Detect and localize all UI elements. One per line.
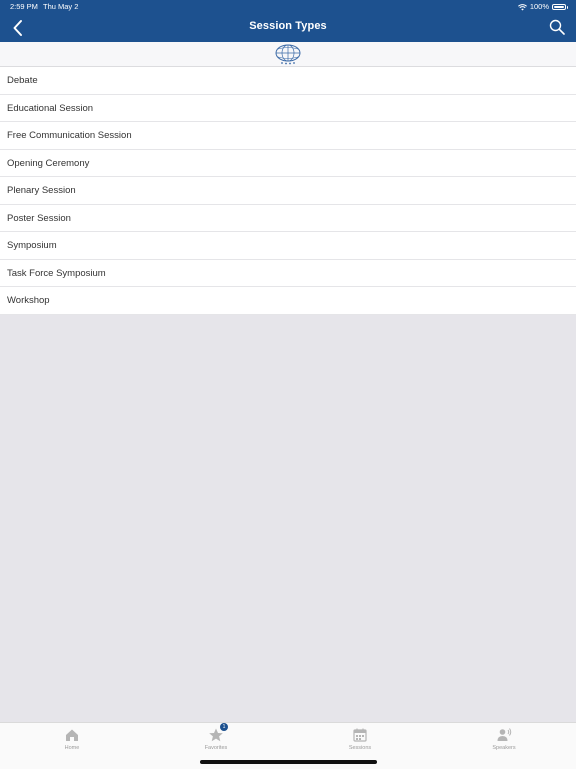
home-indicator[interactable]	[200, 760, 377, 764]
tab-sessions-label: Sessions	[348, 745, 372, 751]
favorites-icon-wrap: 1	[208, 723, 228, 743]
globe-logo-icon	[275, 44, 301, 65]
tab-speakers-label: Speakers	[492, 745, 516, 751]
tab-favorites[interactable]: 1 Favorites	[176, 723, 256, 751]
list-item[interactable]: Educational Session	[0, 95, 576, 122]
tab-speakers[interactable]: Speakers	[464, 727, 544, 751]
search-button[interactable]	[549, 19, 565, 35]
status-indicators: 100%	[517, 0, 568, 14]
list-item[interactable]: Symposium	[0, 232, 576, 260]
tab-favorites-label: Favorites	[204, 745, 228, 751]
tab-home[interactable]: Home	[32, 727, 112, 751]
status-bar: 2:59 PM Thu May 2 100%	[0, 0, 576, 14]
calendar-icon	[353, 728, 367, 742]
list-item[interactable]: Task Force Symposium	[0, 260, 576, 287]
list-item[interactable]: Free Communication Session	[0, 122, 576, 150]
speaker-icon	[497, 728, 512, 741]
battery-percent: 100%	[529, 2, 549, 11]
page-title: Session Types	[249, 20, 327, 32]
favorites-badge: 1	[220, 723, 228, 731]
logo-banner	[0, 42, 576, 67]
status-time: 2:59 PM	[10, 2, 38, 11]
list-item[interactable]: Plenary Session	[0, 177, 576, 205]
home-icon	[66, 729, 78, 741]
status-date: Thu May 2	[43, 2, 79, 11]
list-item[interactable]: Workshop	[0, 287, 576, 315]
tab-sessions[interactable]: Sessions	[320, 727, 400, 751]
list-item[interactable]: Debate	[0, 67, 576, 95]
search-icon	[549, 19, 565, 35]
session-type-list: Debate Educational Session Free Communic…	[0, 67, 576, 315]
list-item[interactable]: Opening Ceremony	[0, 150, 576, 177]
tab-home-label: Home	[64, 745, 80, 751]
wifi-icon	[517, 3, 527, 10]
list-item[interactable]: Poster Session	[0, 205, 576, 232]
battery-icon	[552, 4, 568, 10]
navigation-header: 2:59 PM Thu May 2 100% Session Types	[0, 0, 576, 42]
